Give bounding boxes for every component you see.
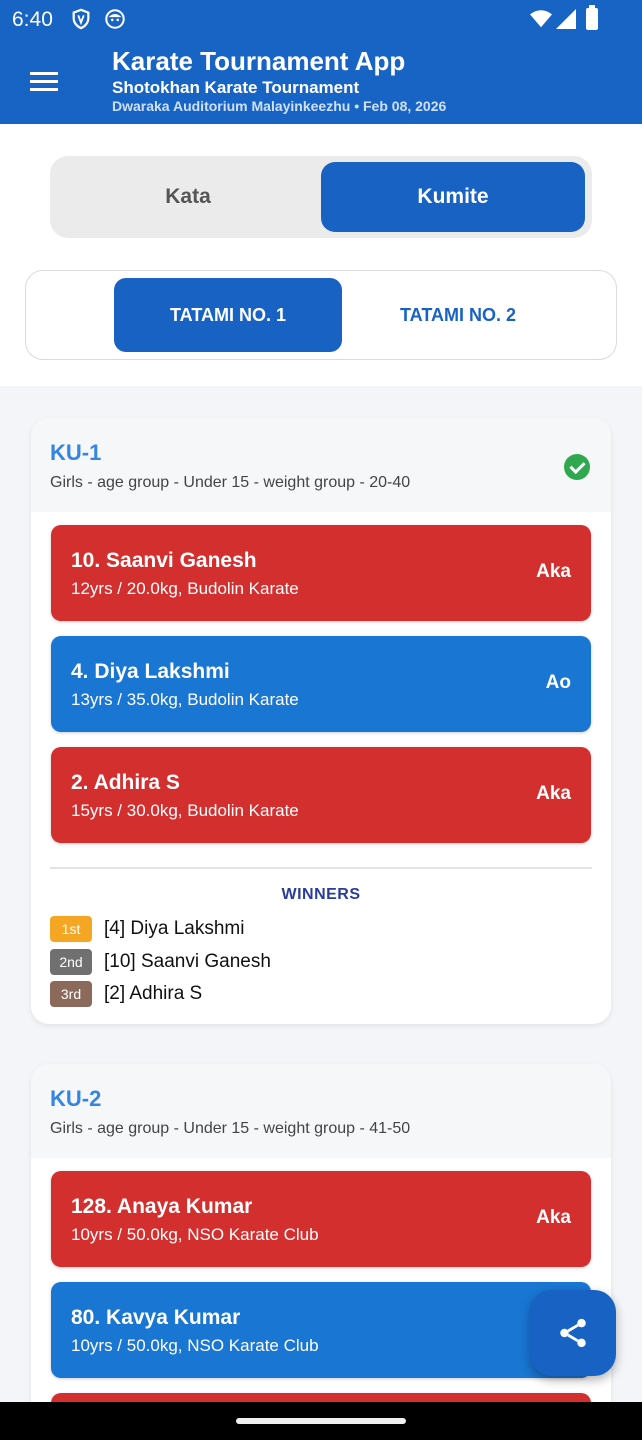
tab-kata[interactable]: Kata [56,162,320,232]
place-badge: 1st [50,916,92,942]
category-code: KU-1 [50,440,102,465]
share-button[interactable] [530,1290,616,1376]
tab-kumite[interactable]: Kumite [321,162,585,232]
player-card[interactable]: 4. Diya Lakshmi 13yrs / 35.0kg, Budolin … [51,636,591,732]
category-card: KU-2 Girls - age group - Under 15 - weig… [31,1064,611,1440]
category-header: KU-2 Girls - age group - Under 15 - weig… [31,1064,611,1158]
divider [50,867,592,869]
menu-icon[interactable] [28,70,60,94]
wifi-icon [530,10,552,28]
tab-tatami-2[interactable]: TATAMI NO. 2 [344,278,572,352]
player-name: 10. Saanvi Ganesh [71,549,257,572]
category-header: KU-1 Girls - age group - Under 15 - weig… [31,418,611,512]
home-gesture-handle[interactable] [236,1418,406,1424]
player-info: 13yrs / 35.0kg, Budolin Karate [71,690,299,709]
tab-tatami-1[interactable]: TATAMI NO. 1 [114,278,342,352]
tatami-selector: TATAMI NO. 1 TATAMI NO. 2 [25,270,617,360]
tournament-name: Shotokhan Karate Tournament [112,78,360,97]
battery-icon [586,5,598,30]
player-card[interactable]: 10. Saanvi Ganesh 12yrs / 20.0kg, Budoli… [51,525,591,621]
winner-name: [4] Diya Lakshmi [104,918,245,939]
player-info: 15yrs / 30.0kg, Budolin Karate [71,801,299,820]
system-nav-bar [0,1402,642,1440]
status-time: 6:40 [12,8,53,31]
place-badge: 2nd [50,949,92,975]
winners-title: WINNERS [281,886,361,903]
player-card[interactable]: 2. Adhira S 15yrs / 30.0kg, Budolin Kara… [51,747,591,843]
status-bar: 6:40 [0,0,642,40]
venue-date: Dwaraka Auditorium Malayinkeezhu • Feb 0… [112,98,447,114]
check-circle-icon [564,454,590,480]
share-icon [560,1318,586,1348]
filter-section: Kata Kumite TATAMI NO. 1 TATAMI NO. 2 [0,124,642,386]
category-description: Girls - age group - Under 15 - weight gr… [50,1120,411,1137]
player-side: Aka [536,561,571,582]
face-icon [105,9,125,29]
winner-name: [10] Saanvi Ganesh [104,951,271,972]
player-side: Ao [545,672,571,693]
player-card[interactable]: 80. Kavya Kumar 10yrs / 50.0kg, NSO Kara… [51,1282,591,1378]
winner-row: 1st [4] Diya Lakshmi [50,915,244,943]
place-badge: 3rd [50,981,92,1007]
player-info: 10yrs / 50.0kg, NSO Karate Club [71,1225,319,1244]
category-description: Girls - age group - Under 15 - weight gr… [50,474,411,491]
player-side: Aka [536,783,571,804]
player-name: 4. Diya Lakshmi [71,660,230,683]
category-card: KU-1 Girls - age group - Under 15 - weig… [31,418,611,1024]
cellular-icon [556,9,576,29]
app-bar: 6:40 Karate Tournament App Shotokhan Kar… [0,0,642,124]
player-info: 10yrs / 50.0kg, NSO Karate Club [71,1336,319,1355]
player-info: 12yrs / 20.0kg, Budolin Karate [71,579,299,598]
player-name: 2. Adhira S [71,771,180,794]
player-side: Aka [536,1207,571,1228]
player-name: 80. Kavya Kumar [71,1306,241,1329]
event-type-toggle: Kata Kumite [50,156,592,238]
player-name: 128. Anaya Kumar [71,1195,253,1218]
player-card[interactable]: 128. Anaya Kumar 10yrs / 50.0kg, NSO Kar… [51,1171,591,1267]
winner-row: 2nd [10] Saanvi Ganesh [50,948,271,976]
shield-icon [72,8,90,30]
category-code: KU-2 [50,1086,102,1111]
app-title: Karate Tournament App [112,46,406,76]
winner-name: [2] Adhira S [104,983,203,1004]
winner-row: 3rd [2] Adhira S [50,980,202,1008]
